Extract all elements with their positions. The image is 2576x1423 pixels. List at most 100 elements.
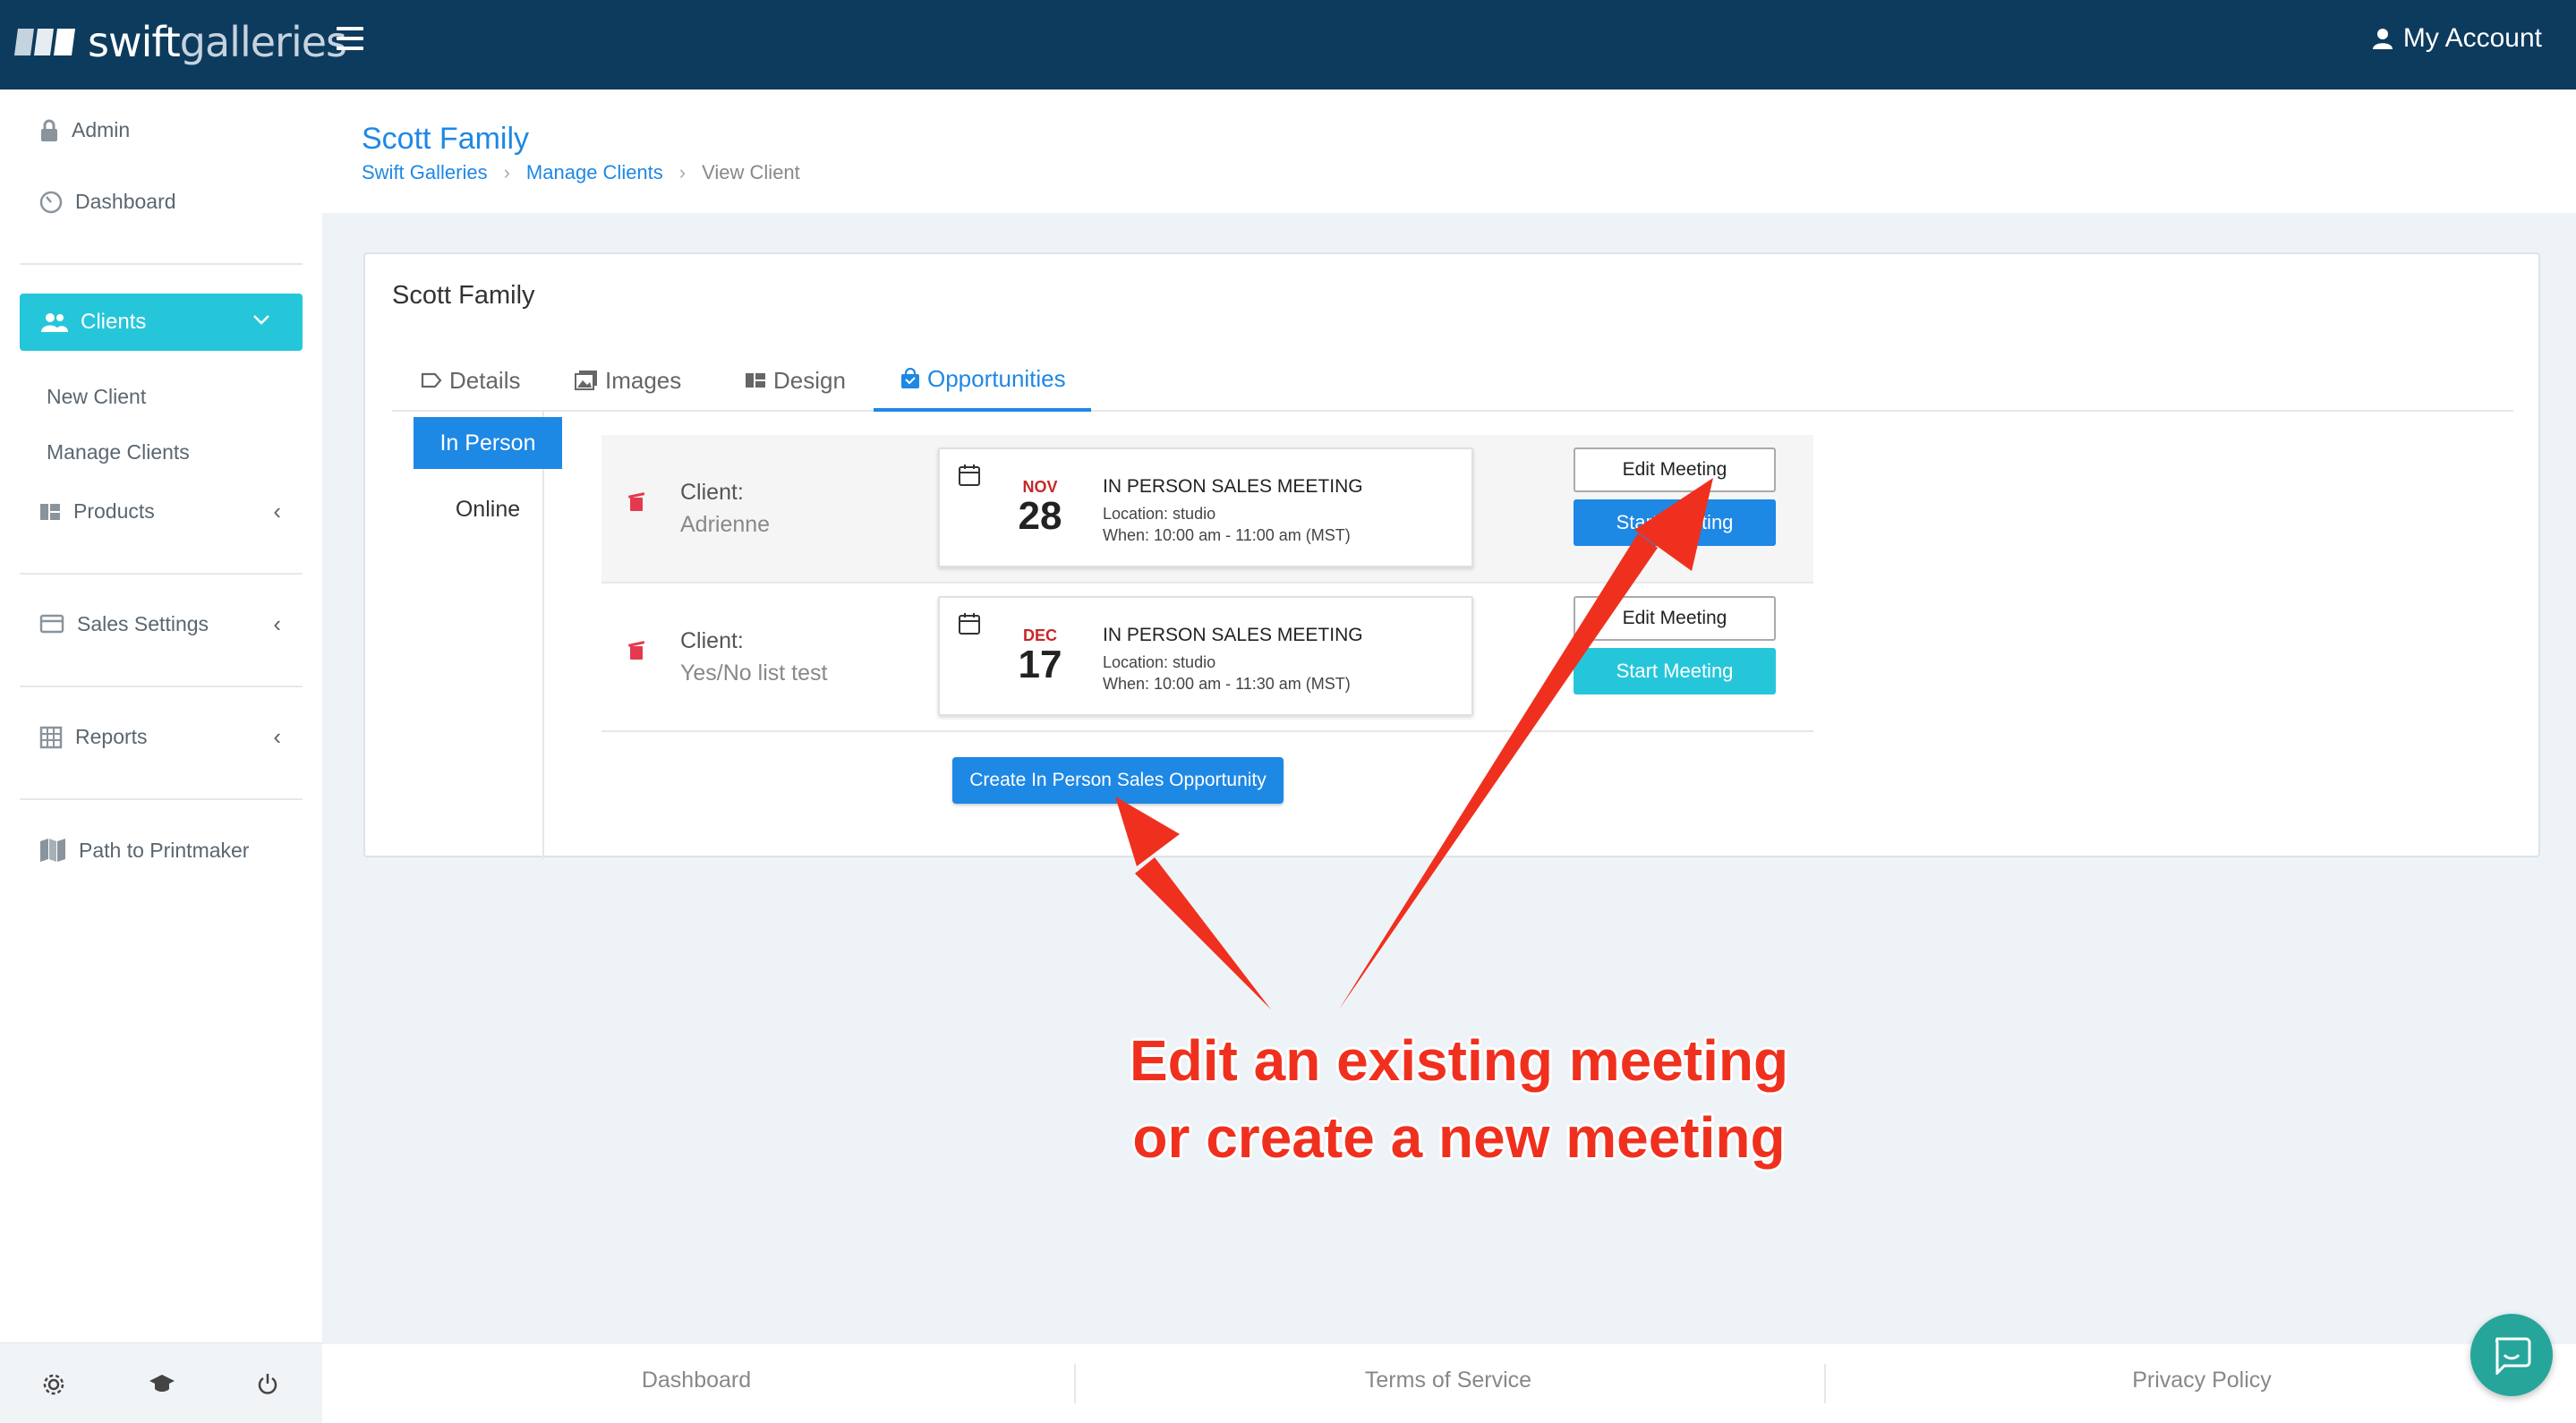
shopping-bag-icon [901,368,919,388]
opportunity-type-tabs: In Person Online [392,412,562,859]
sidebar-item-sales-settings[interactable]: Sales Settings [39,612,209,636]
tab-opportunities-label: Opportunities [927,364,1066,392]
breadcrumb: Swift Galleries › Manage Clients › View … [362,161,800,184]
power-icon[interactable] [256,1372,279,1397]
meeting-location: Location: studio [1103,653,1216,671]
sidebar-divider [20,263,303,265]
subtab-in-person[interactable]: In Person [414,417,562,469]
tab-images[interactable]: Images [575,349,681,412]
logo-mark-icon [14,29,75,55]
card-title: Scott Family [392,281,535,310]
footer-divider [1824,1364,1826,1403]
trash-icon[interactable] [628,641,644,660]
sidebar-item-reports[interactable]: Reports [39,725,148,749]
annotation-line-2: or create a new meeting [1132,1105,1786,1170]
sidebar-item-clients[interactable]: Clients [20,294,303,351]
sidebar-item-clients-label: Clients [81,310,147,334]
sidebar-item-admin-label: Admin [72,118,131,141]
table-grid-icon [39,726,63,748]
footer-link-dashboard[interactable]: Dashboard [517,1368,875,1393]
sidebar: Admin Dashboard Clients New Client Manag… [0,89,322,1423]
design-layout-icon [746,373,765,388]
tab-opportunities[interactable]: Opportunities [874,349,1091,412]
chevron-left-icon: ‹ [273,723,281,750]
trash-icon[interactable] [628,492,644,512]
logo[interactable]: swiftgalleries [13,18,347,66]
my-account-menu[interactable]: My Account [2372,23,2542,54]
chat-bubble-icon [2495,1337,2531,1375]
gear-icon[interactable] [41,1372,66,1397]
menu-toggle-icon[interactable] [337,27,363,50]
calendar-icon [959,464,980,486]
people-icon [41,313,68,332]
client-tabs: Details Images Design Opportunities [392,349,2513,412]
meeting-title: IN PERSON SALES MEETING [1103,476,1363,497]
opportunity-row: Client: Adrienne NOV 28 IN PERSON SALES … [601,435,1813,584]
user-icon [2372,29,2393,49]
breadcrumb-swift-galleries[interactable]: Swift Galleries [362,161,488,184]
start-meeting-button[interactable]: Start Meeting [1574,648,1776,694]
top-navbar: swiftgalleries My Account [0,0,2576,89]
sidebar-divider [20,798,303,800]
sidebar-bottom-toolbar [0,1342,322,1423]
meeting-time: When: 10:00 am - 11:30 am (MST) [1103,675,1351,693]
lock-icon [41,119,57,141]
tab-design[interactable]: Design [745,349,846,412]
sidebar-item-reports-label: Reports [75,725,148,748]
sidebar-item-manage-clients[interactable]: Manage Clients [47,440,190,464]
meeting-event-card[interactable]: NOV 28 IN PERSON SALES MEETING Location:… [938,447,1473,567]
chevron-down-icon [253,315,269,325]
subtab-online[interactable]: Online [414,483,562,535]
chevron-left-icon: ‹ [273,498,281,524]
tab-design-label: Design [773,366,846,394]
create-in-person-opportunity-button[interactable]: Create In Person Sales Opportunity [952,757,1284,804]
map-icon [40,839,65,862]
meeting-day: 28 [1018,494,1062,538]
tab-details-label: Details [449,366,521,394]
chat-launcher-button[interactable] [2470,1314,2553,1396]
chevron-left-icon: ‹ [273,610,281,637]
edit-meeting-button[interactable]: Edit Meeting [1574,596,1776,641]
sidebar-item-new-client[interactable]: New Client [47,385,146,409]
footer-divider [1074,1364,1076,1403]
breadcrumb-manage-clients[interactable]: Manage Clients [526,161,663,184]
my-account-label: My Account [2402,23,2542,53]
footer-link-terms[interactable]: Terms of Service [1269,1368,1627,1393]
footer-link-privacy[interactable]: Privacy Policy [2023,1368,2381,1393]
meeting-time: When: 10:00 am - 11:00 am (MST) [1103,526,1351,544]
sales-settings-icon [39,614,64,633]
tab-details[interactable]: Details [421,349,520,412]
tab-images-label: Images [605,366,682,394]
tag-icon [421,372,442,388]
opportunity-row: Client: Yes/No list test DEC 17 IN PERSO… [601,584,1813,732]
page-title: Scott Family [362,122,530,156]
sidebar-item-dashboard[interactable]: Dashboard [39,190,176,214]
start-meeting-button[interactable]: Start Meeting [1574,499,1776,546]
breadcrumb-separator-icon: › [503,161,510,183]
graduation-cap-icon[interactable] [149,1372,175,1395]
client-label: Client: [680,628,744,653]
client-card: Scott Family Details Images Design Oppor… [363,252,2540,859]
meeting-location: Location: studio [1103,505,1216,523]
sidebar-item-products[interactable]: Products [39,499,155,524]
meeting-event-card[interactable]: DEC 17 IN PERSON SALES MEETING Location:… [938,596,1473,716]
breadcrumb-view-client: View Client [702,161,800,183]
sidebar-item-path-to-printmaker[interactable]: Path to Printmaker [39,838,249,863]
sidebar-item-dashboard-label: Dashboard [75,190,176,213]
client-label: Client: [680,480,744,505]
sidebar-item-sales-settings-label: Sales Settings [77,612,209,635]
client-name: Yes/No list test [680,660,828,686]
dashboard-gauge-icon [39,191,63,213]
calendar-icon [959,613,980,635]
sidebar-item-products-label: Products [73,499,155,523]
edit-meeting-button[interactable]: Edit Meeting [1574,447,1776,492]
sidebar-divider [20,573,303,575]
sidebar-divider [20,686,303,687]
annotation-line-1: Edit an existing meeting [1129,1028,1789,1093]
products-grid-icon [40,503,60,520]
sidebar-item-path-to-printmaker-label: Path to Printmaker [79,838,250,862]
meeting-day: 17 [1018,643,1062,686]
breadcrumb-separator-icon: › [678,161,687,183]
meeting-title: IN PERSON SALES MEETING [1103,625,1363,645]
sidebar-item-admin[interactable]: Admin [39,118,130,142]
